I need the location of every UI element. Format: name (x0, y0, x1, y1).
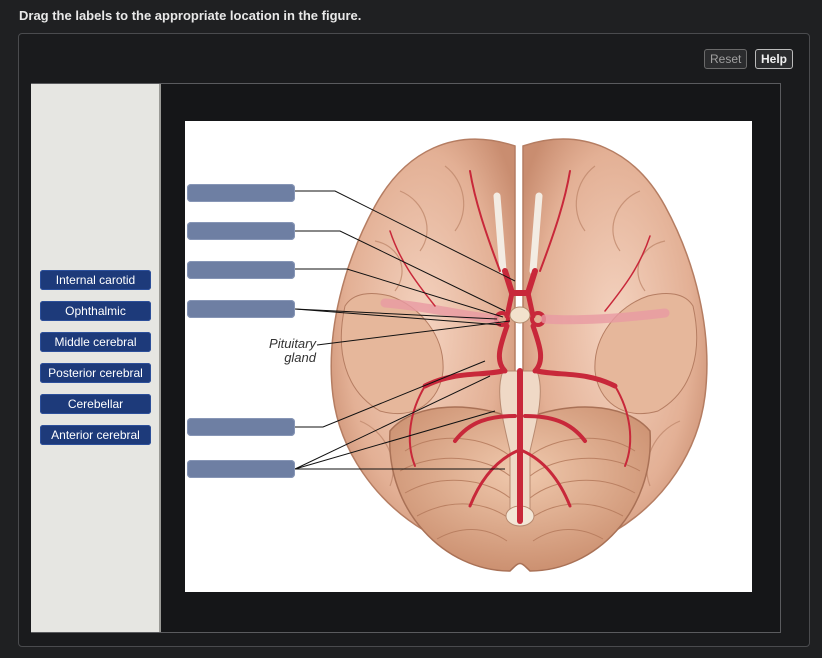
drop-target-5[interactable] (187, 418, 295, 436)
drop-target-1[interactable] (187, 184, 295, 202)
reset-button[interactable]: Reset (704, 49, 748, 69)
label-middle-cerebral[interactable]: Middle cerebral (40, 332, 151, 352)
label-anterior-cerebral[interactable]: Anterior cerebral (40, 425, 151, 445)
label-bank (31, 84, 161, 632)
help-button[interactable]: Help (755, 49, 794, 69)
label-internal-carotid[interactable]: Internal carotid (40, 270, 151, 290)
pituitary-label-line1: Pituitary (269, 336, 316, 351)
drop-target-4[interactable] (187, 300, 295, 318)
drop-target-6[interactable] (187, 460, 295, 478)
pituitary-label-line2: gland (284, 350, 316, 365)
drop-target-2[interactable] (187, 222, 295, 240)
drop-target-3[interactable] (187, 261, 295, 279)
label-cerebellar[interactable]: Cerebellar (40, 394, 151, 414)
pituitary-gland (509, 306, 531, 324)
instruction-text: Drag the labels to the appropriate locat… (19, 8, 362, 23)
label-ophthalmic[interactable]: Ophthalmic (40, 301, 151, 321)
label-posterior-cerebral[interactable]: Posterior cerebral (40, 363, 151, 383)
pituitary-gland-label: Pituitary gland (252, 337, 316, 365)
